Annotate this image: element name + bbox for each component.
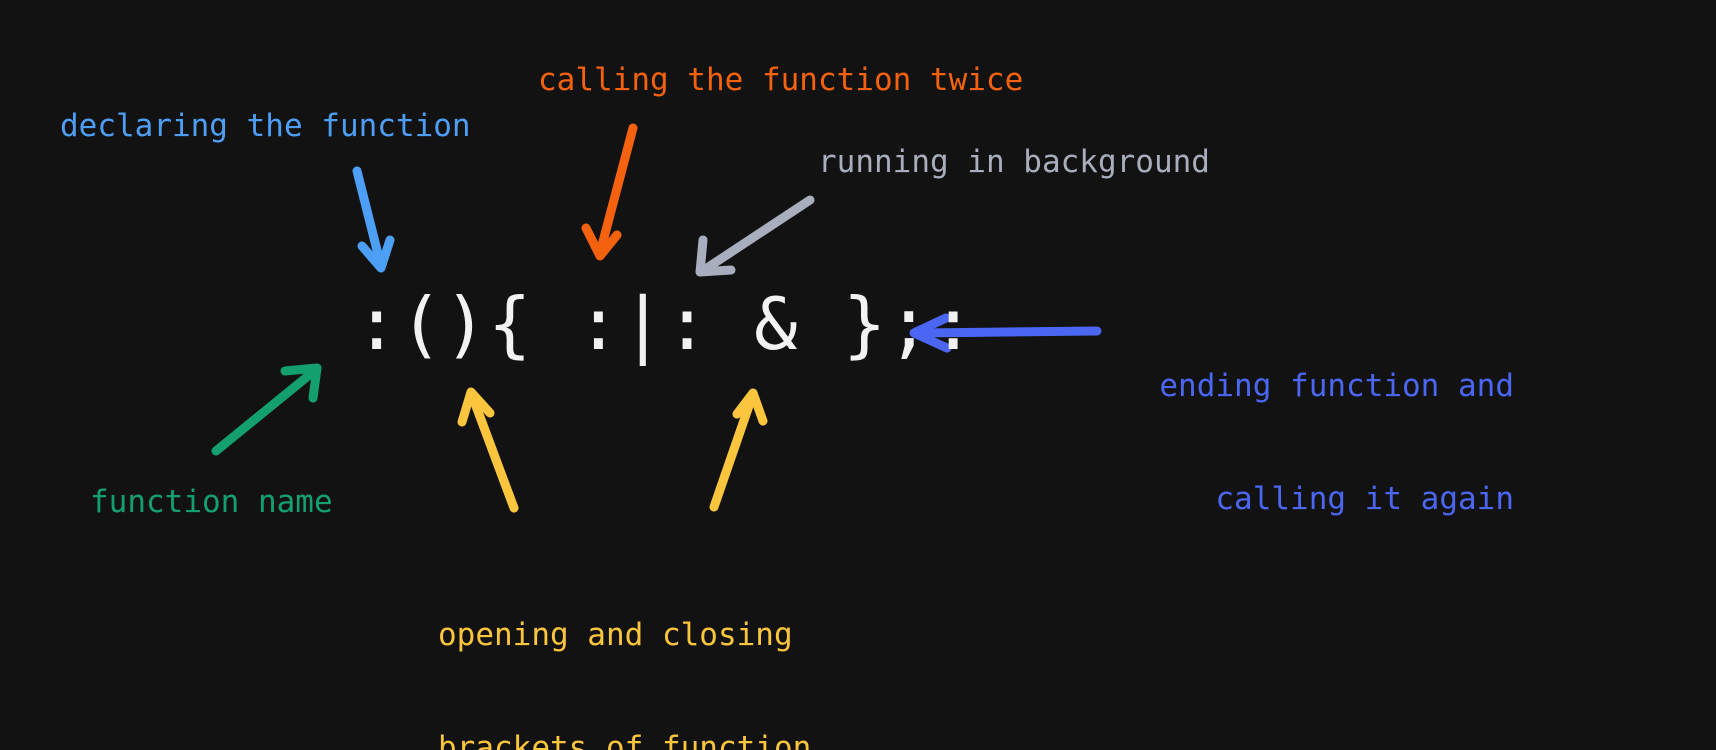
arrow-up-right-green-icon (211, 363, 322, 456)
annotation-label-ending-line2: calling it again (1215, 481, 1514, 518)
arrow-up-yellow-right-icon (709, 388, 768, 512)
annotated-code-diagram: :(){ :|: & };: declaring the function ca… (0, 0, 1716, 750)
arrow-down-left-gray-icon (695, 195, 815, 277)
arrow-down-orange-icon (581, 123, 638, 261)
annotation-label-ending-calling-again: ending function and calling it again (1134, 292, 1514, 595)
annotation-label-declaring: declaring the function (60, 108, 471, 144)
annotation-label-ending-line1: ending function and (1159, 367, 1514, 404)
annotation-label-brackets-line1: opening and closing (438, 616, 793, 653)
annotation-label-brackets: opening and closing brackets of function (438, 541, 811, 750)
annotation-label-calling-twice: calling the function twice (538, 62, 1024, 98)
arrow-up-yellow-left-icon (457, 387, 519, 513)
code-snippet: :(){ :|: & };: (355, 282, 976, 366)
annotation-label-running-background: running in background (818, 144, 1210, 180)
arrow-down-right-blue-light-icon (352, 166, 395, 273)
annotation-label-function-name: function name (90, 484, 333, 520)
annotation-label-brackets-line2: brackets of function (438, 730, 812, 750)
